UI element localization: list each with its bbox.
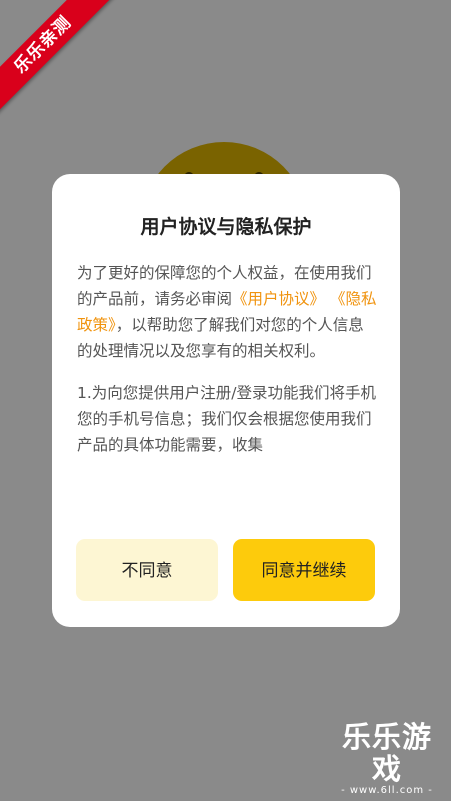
intro-text-end: ，以帮助您了解我们对您的个人信息的处理情况以及您享有的相关权利。: [77, 316, 364, 360]
user-agreement-link[interactable]: 《用户协议》: [232, 290, 325, 308]
site-watermark: 乐乐游戏 - www.6ll.com -: [331, 721, 443, 797]
intro-paragraph: 为了更好的保障您的个人权益，在使用我们的产品前，请务必审阅《用户协议》 《隐私政…: [77, 260, 377, 364]
clause-paragraph: 1.为向您提供用户注册/登录功能我们将手机您的手机号信息；我们仅会根据您使用我们…: [77, 384, 377, 454]
dialog-title: 用户协议与隐私保护: [140, 216, 312, 238]
privacy-dialog: 用户协议与隐私保护 为了更好的保障您的个人权益，在使用我们的产品前，请务必审阅《…: [52, 174, 400, 627]
dialog-body[interactable]: 为了更好的保障您的个人权益，在使用我们的产品前，请务必审阅《用户协议》 《隐私政…: [77, 260, 377, 492]
corner-ribbon-label: 乐乐亲测: [0, 0, 114, 116]
corner-ribbon: 乐乐亲测: [0, 0, 120, 120]
decline-button[interactable]: 不同意: [76, 539, 218, 601]
watermark-url: - www.6ll.com -: [341, 785, 433, 796]
accept-continue-button[interactable]: 同意并继续: [233, 539, 375, 601]
watermark-logo: 乐乐游戏: [341, 720, 432, 786]
intro-text: 为了更好的保障您的个人权益，在使用我们的产品前，请务必审阅: [77, 264, 372, 308]
